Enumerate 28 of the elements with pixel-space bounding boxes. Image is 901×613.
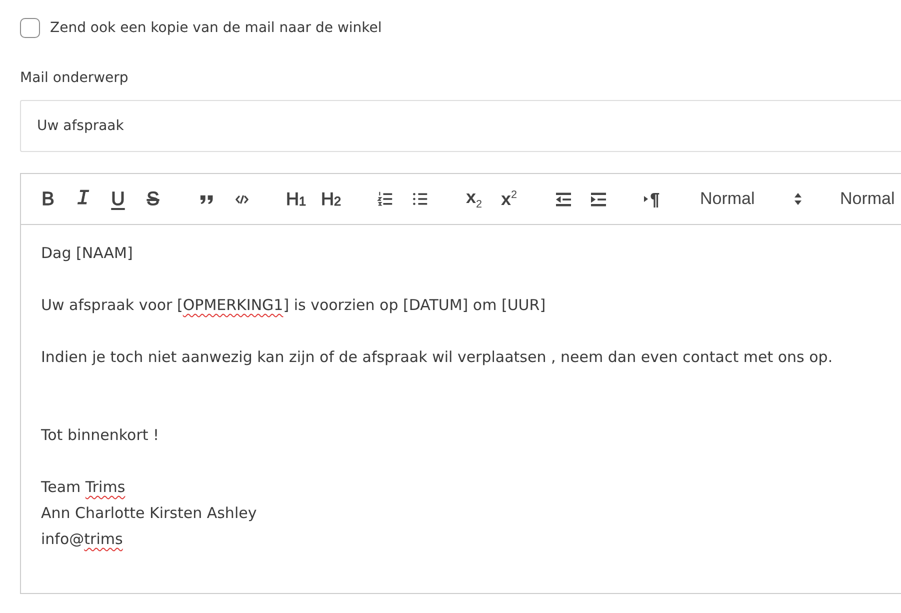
format-dropdown[interactable]: Normal [692, 187, 810, 211]
underline-button[interactable]: U [104, 187, 132, 211]
italic-button[interactable]: I [69, 187, 97, 211]
indent-icon [590, 192, 606, 206]
paragraph-text: Ann Charlotte Kirsten Ashley [41, 503, 257, 524]
subject-field[interactable]: Uw afspraak [20, 100, 901, 152]
paragraph-text: Team Trims [41, 477, 126, 498]
paragraph-text: Indien je toch niet aanwezig kan zijn of de afspraak wil verplaatsen , neem dan even contact met ons op. [41, 347, 833, 368]
paragraph-text: Tot binnenkort ! [41, 425, 160, 446]
bullet-list-icon [412, 191, 428, 207]
superscript-button[interactable]: x$^{2}$ [495, 187, 523, 211]
strikethrough-button[interactable]: S [139, 187, 167, 211]
bold-button[interactable]: B [34, 187, 62, 211]
checkbox[interactable] [20, 18, 40, 38]
field-label: Mail onderwerp [20, 69, 128, 88]
up-down-arrows-icon [794, 192, 802, 206]
outdent-icon [554, 192, 572, 206]
numbered-list-icon [377, 191, 393, 207]
text-direction-button[interactable]: ¶ [638, 187, 666, 211]
format-dropdown[interactable]: Normal [832, 187, 901, 211]
paragraph-text: Uw afspraak voor [OPMERKING1] is voorzien op [DATUM] om [UUR] [41, 295, 546, 316]
code-icon [235, 194, 249, 204]
subscript-button[interactable]: x$_{2}$ [460, 187, 488, 211]
paragraph-text: Dag [NAAM] [41, 243, 133, 264]
checkbox-label: Zend ook een kopie van de mail naar de winkel [50, 19, 382, 38]
triangle-icon [644, 196, 648, 202]
paragraph-text: info@trims [41, 529, 123, 550]
quote-icon [200, 194, 214, 204]
